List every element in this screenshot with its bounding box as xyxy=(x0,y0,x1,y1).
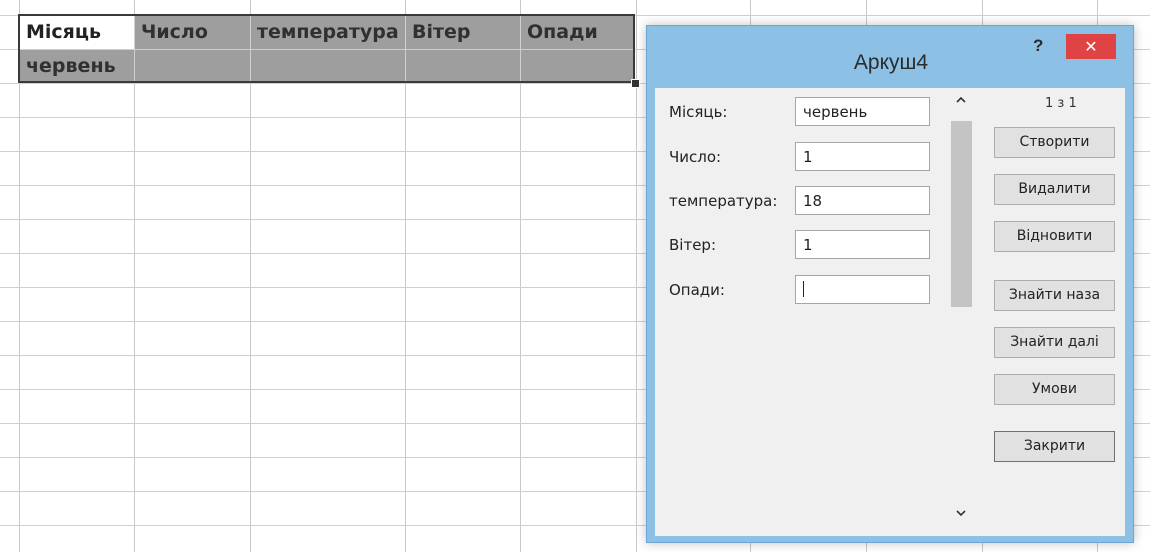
criteria-button[interactable]: Умови xyxy=(994,374,1115,405)
dialog-title: Аркуш4 xyxy=(853,51,929,74)
new-button[interactable]: Створити xyxy=(994,127,1115,158)
scrollbar-thumb[interactable] xyxy=(951,121,972,307)
header-cell-temperature[interactable]: температура xyxy=(251,16,406,49)
table-cell[interactable]: червень xyxy=(20,49,135,82)
table-cell[interactable] xyxy=(135,49,251,82)
record-counter: 1 з 1 xyxy=(1045,96,1077,111)
table-cell[interactable] xyxy=(521,49,635,82)
field-label-month: Місяць: xyxy=(669,103,728,121)
temperature-field[interactable]: 18 xyxy=(795,186,930,215)
month-field[interactable]: червень xyxy=(795,97,930,126)
field-label-temperature: температура: xyxy=(669,192,778,210)
find-next-button[interactable]: Знайти далі xyxy=(994,327,1115,358)
field-label-day: Число: xyxy=(669,148,722,166)
data-form-dialog: Аркуш4 ? ✕ Місяць: червень Число: 1 темп… xyxy=(646,25,1134,543)
header-cell-day[interactable]: Число xyxy=(135,16,251,49)
text-caret xyxy=(803,281,804,297)
header-cell-precipitation[interactable]: Опади xyxy=(521,16,635,49)
delete-button[interactable]: Видалити xyxy=(994,174,1115,205)
restore-button[interactable]: Відновити xyxy=(994,221,1115,252)
close-button[interactable]: Закрити xyxy=(994,431,1115,462)
table-cell[interactable] xyxy=(406,49,521,82)
field-label-wind: Вітер: xyxy=(669,236,716,254)
field-label-precipitation: Опади: xyxy=(669,281,725,299)
header-cell-month[interactable]: Місяць xyxy=(20,16,135,49)
chevron-down-icon[interactable] xyxy=(949,506,973,526)
wind-field[interactable]: 1 xyxy=(795,230,930,259)
day-field[interactable]: 1 xyxy=(795,142,930,171)
header-cell-wind[interactable]: Вітер xyxy=(406,16,521,49)
help-button[interactable]: ? xyxy=(1033,36,1043,56)
close-icon[interactable]: ✕ xyxy=(1066,34,1116,59)
precipitation-field[interactable] xyxy=(795,275,930,304)
table-cell[interactable] xyxy=(251,49,406,82)
find-prev-button[interactable]: Знайти наза xyxy=(994,280,1115,311)
chevron-up-icon[interactable] xyxy=(949,93,973,113)
fill-handle[interactable] xyxy=(631,79,640,88)
dialog-body: Місяць: червень Число: 1 температура: 18… xyxy=(655,88,1125,536)
